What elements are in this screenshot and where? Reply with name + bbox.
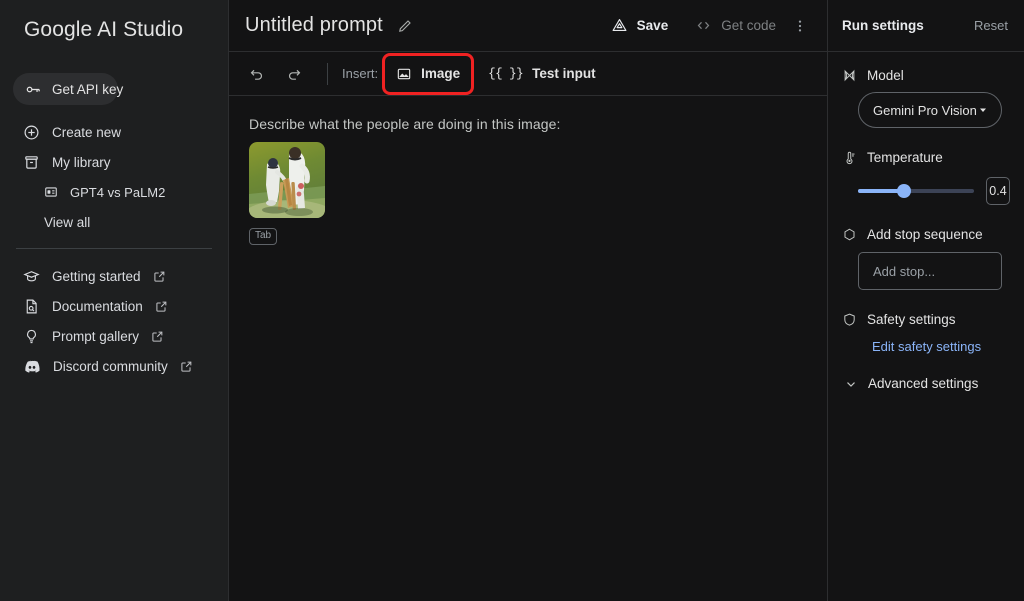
model-select[interactable]: Gemini Pro Vision (858, 92, 1002, 128)
chevron-down-icon (844, 377, 858, 391)
reset-button[interactable]: Reset (974, 18, 1008, 33)
more-options-button[interactable] (785, 9, 815, 43)
app-brand-title: Google AI Studio (24, 18, 184, 41)
sidebar-item-label: Documentation (52, 298, 143, 314)
toolbar-divider (327, 62, 328, 85)
prompt-attachment: Tab (249, 142, 325, 245)
external-link-icon (151, 330, 164, 343)
external-link-icon (155, 300, 168, 313)
lightbulb-icon (23, 328, 40, 345)
more-vertical-icon (792, 18, 808, 34)
top-bar: Untitled prompt Save Get code (229, 0, 827, 52)
document-search-icon (23, 298, 40, 315)
sidebar-item-documentation[interactable]: Documentation (14, 291, 228, 321)
thermometer-icon (842, 150, 857, 165)
temperature-section-header: Temperature (842, 150, 1010, 165)
prompt-editor[interactable]: Describe what the people are doing in th… (229, 96, 827, 601)
sidebar-item-create-new[interactable]: Create new (14, 117, 228, 147)
sidebar-item-label: My library (52, 154, 111, 170)
get-code-button[interactable]: Get code (686, 9, 785, 43)
sidebar-item-label: Prompt gallery (52, 328, 140, 344)
discord-icon (23, 357, 41, 375)
model-atom-icon (842, 68, 857, 83)
insert-label: Insert: (342, 66, 379, 81)
run-settings-panel: Run settings Reset Model Gemini Pro Visi… (828, 0, 1024, 601)
hexagon-icon (842, 227, 857, 242)
save-label: Save (636, 18, 669, 33)
redo-icon (286, 65, 303, 82)
cricket-image-thumbnail[interactable] (249, 142, 325, 218)
run-settings-header: Run settings Reset (828, 0, 1024, 52)
sidebar-item-label: Create new (52, 124, 122, 140)
run-settings-body: Model Gemini Pro Vision Temperature 0.4 … (828, 52, 1024, 391)
get-api-key-button[interactable]: Get API key (13, 73, 123, 105)
plus-circle-icon (23, 124, 40, 141)
sidebar-item-gpt4-vs-palm2[interactable]: GPT4 vs PaLM2 (36, 177, 228, 207)
slider-thumb[interactable] (897, 184, 912, 198)
sidebar-view-all-link[interactable]: View all (36, 207, 228, 237)
shield-icon (842, 312, 857, 327)
insert-test-input-button[interactable]: {{ }} Test input (480, 59, 604, 89)
temperature-control: 0.4 (858, 177, 1010, 205)
view-all-label: View all (44, 214, 91, 230)
prompt-text: Describe what the people are doing in th… (249, 116, 561, 132)
image-icon (396, 66, 412, 82)
template-braces-icon: {{ }} (488, 66, 524, 81)
get-api-key-label: Get API key (52, 81, 124, 97)
safety-section-header: Safety settings (842, 312, 1010, 327)
safety-settings-label: Safety settings (867, 312, 956, 327)
code-brackets-icon (695, 17, 712, 34)
sidebar-item-label: Getting started (52, 268, 141, 284)
model-section-header: Model (842, 68, 1010, 83)
sidebar-item-my-library[interactable]: My library (14, 147, 228, 177)
undo-button[interactable] (241, 59, 271, 89)
temperature-slider[interactable] (858, 181, 974, 201)
advanced-settings-toggle[interactable]: Advanced settings (844, 376, 1010, 391)
stop-sequence-label: Add stop sequence (867, 227, 983, 242)
undo-icon (248, 65, 265, 82)
app-root: Google AI Studio Get API key Create new (0, 0, 1024, 601)
save-button[interactable]: Save (602, 9, 678, 43)
library-icon (23, 154, 40, 171)
external-link-icon (153, 270, 166, 283)
drive-icon (611, 17, 628, 34)
main-content: Untitled prompt Save Get code Insert: Im… (229, 0, 828, 601)
run-settings-title: Run settings (842, 18, 924, 33)
sidebar-item-discord-community[interactable]: Discord community (14, 351, 228, 381)
sidebar-item-getting-started[interactable]: Getting started (14, 261, 228, 291)
attachment-tab-chip[interactable]: Tab (249, 228, 278, 245)
insert-image-label: Image (421, 66, 461, 81)
add-stop-input[interactable]: Add stop... (858, 252, 1002, 290)
sidebar: Google AI Studio Get API key Create new (0, 0, 229, 601)
insert-image-button[interactable]: Image (382, 52, 475, 95)
model-label: Model (867, 68, 904, 83)
pencil-icon[interactable] (397, 18, 413, 34)
graduation-cap-icon (23, 268, 40, 285)
page-title[interactable]: Untitled prompt (245, 14, 383, 37)
sidebar-divider (16, 248, 212, 249)
advanced-settings-label: Advanced settings (868, 376, 979, 391)
sidebar-item-label: GPT4 vs PaLM2 (70, 184, 166, 200)
stop-sequence-section-header: Add stop sequence (842, 227, 1010, 242)
external-link-icon (180, 360, 193, 373)
sidebar-item-label: Discord community (53, 358, 168, 374)
prompt-file-icon (44, 185, 58, 199)
model-selected-value: Gemini Pro Vision (873, 102, 977, 118)
insert-test-input-label: Test input (532, 66, 596, 81)
editor-toolbar: Insert: Image {{ }} Test input (229, 52, 827, 96)
temperature-value-input[interactable]: 0.4 (986, 177, 1010, 205)
edit-safety-settings-link[interactable]: Edit safety settings (872, 339, 1010, 354)
temperature-label: Temperature (867, 150, 943, 165)
get-code-label: Get code (721, 18, 776, 33)
redo-button[interactable] (279, 59, 309, 89)
key-icon (25, 81, 42, 98)
sidebar-item-prompt-gallery[interactable]: Prompt gallery (14, 321, 228, 351)
chevron-down-icon (977, 104, 989, 116)
